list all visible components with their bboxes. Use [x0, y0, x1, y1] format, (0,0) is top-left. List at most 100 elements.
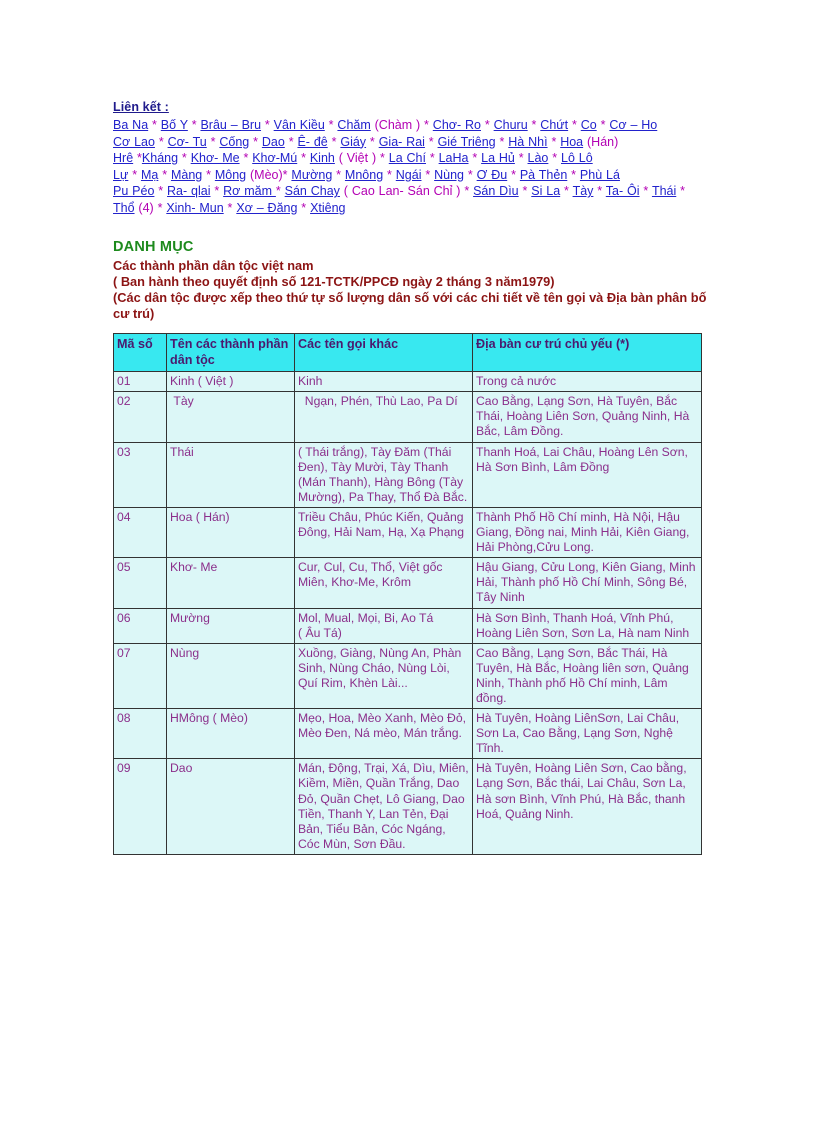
ethnic-link[interactable]: Bố Y — [161, 118, 188, 132]
ethnic-groups-table: Mã số Tên các thành phần dân tộc Các tên… — [113, 333, 702, 855]
ethnic-link[interactable]: Gié Triêng — [438, 135, 496, 149]
ethnic-link[interactable]: Cơ – Ho — [609, 118, 657, 132]
ethnic-link[interactable]: Cơ- Tu — [168, 135, 207, 149]
ethnic-link[interactable]: Kinh — [310, 151, 335, 165]
table-head: Mã số Tên các thành phần dân tộc Các tên… — [113, 333, 702, 373]
cell-dia-ban: Hà Tuyên, Hoàng Liên Sơn, Cao bằng, Lạng… — [472, 758, 702, 855]
ethnic-link[interactable]: LaHa — [439, 151, 469, 165]
link-separator: * — [223, 200, 237, 215]
ethnic-link[interactable]: Vân Kiều — [274, 118, 325, 132]
link-separator: * — [297, 200, 311, 215]
ethnic-link[interactable]: La Chí — [389, 151, 426, 165]
link-annotation: (Chàm ) * — [370, 118, 433, 132]
cell-ten-dan-toc: Nùng — [166, 642, 295, 710]
ethnic-link[interactable]: Cống — [219, 135, 249, 149]
ethnic-link[interactable]: Ba Na — [113, 118, 148, 132]
ethnic-link[interactable]: Phù Lá — [580, 168, 620, 182]
table-row: 07 Nùng Xuồng, Giàng, Nùng An, Phàn Sinh, … — [113, 642, 702, 710]
ethnic-link[interactable]: Ơ Đu — [477, 168, 508, 182]
ethnic-link[interactable]: Chăm — [337, 118, 370, 132]
ethnic-link[interactable]: Pà Thẻn — [520, 168, 567, 182]
ethnic-link[interactable]: Chứt — [540, 118, 568, 132]
cell-ma-so: 07 — [113, 642, 167, 710]
ethnic-link[interactable]: Khơ-Mú — [252, 151, 297, 165]
ethnic-link[interactable]: Xinh- Mun — [166, 201, 223, 215]
ethnic-link[interactable]: Tày — [573, 184, 594, 198]
table-row: 02 Tày Ngạn, Phén, Thù Lao, Pa Dí Cao Bằn… — [113, 391, 702, 443]
link-separator: * — [676, 184, 686, 199]
cell-dia-ban: Hà Sơn Bình, Thanh Hoá, Vĩnh Phú, Hoàng … — [472, 607, 702, 644]
catalog-title: DANH MỤC — [113, 238, 194, 255]
link-separator: * — [206, 134, 220, 149]
link-separator: * — [133, 151, 142, 166]
link-separator: * — [154, 184, 168, 199]
ethnic-link[interactable]: Pu Péo — [113, 184, 154, 198]
link-separator: * — [518, 184, 532, 199]
ethnic-link[interactable]: Si La — [531, 184, 560, 198]
ethnic-link[interactable]: Hoa — [560, 135, 583, 149]
ethnic-link[interactable]: Mường — [291, 168, 332, 182]
ethnic-link[interactable]: Khơ- Me — [191, 151, 240, 165]
ethnic-link[interactable]: Lô Lô — [561, 151, 593, 165]
link-separator: * — [468, 151, 482, 166]
link-separator: * — [507, 167, 520, 182]
cell-dia-ban: Cao Bằng, Lạng Sơn, Hà Tuyên, Bắc Thái, … — [472, 391, 702, 443]
ethnic-link[interactable]: Chơ- Ro — [433, 118, 481, 132]
ethnic-link[interactable]: Hà Nhì — [508, 135, 547, 149]
catalog-subtitle-line: (Các dân tộc được xếp theo thứ tự số lượ… — [113, 289, 707, 322]
link-separator: * — [158, 167, 171, 182]
ethnic-link[interactable]: Thái — [652, 184, 676, 198]
link-separator: * — [514, 151, 528, 166]
link-annotation: ( Cao Lan- Sán Chỉ ) * — [339, 184, 474, 199]
table-row: 04 Hoa ( Hán) Triều Châu, Phúc Kiến, Quảng… — [113, 506, 702, 559]
ethnic-link[interactable]: Hrê — [113, 151, 133, 165]
catalog-subtitle-line: Các thành phần dân tộc việt nam — [113, 257, 314, 273]
link-separator: * — [178, 151, 191, 166]
ethnic-link[interactable]: La Hủ — [481, 151, 515, 165]
ethnic-link[interactable]: Giáy — [340, 135, 366, 149]
ethnic-link[interactable]: Dao — [262, 135, 285, 149]
link-annotation: ( Việt ) * — [334, 151, 389, 166]
cell-ten-goi-khac: Mẹo, Hoa, Mèo Xanh, Mèo Đỏ, Mèo Đen, Ná … — [294, 708, 473, 760]
ethnic-link[interactable]: Mạ — [141, 168, 158, 182]
ethnic-link[interactable]: Kháng — [142, 151, 178, 165]
cell-ma-so: 04 — [113, 506, 167, 559]
ethnic-link[interactable]: Nùng — [434, 168, 464, 182]
table-row: 08 HMông ( Mèo) Mẹo, Hoa, Mèo Xanh, Mèo Đỏ… — [113, 708, 702, 760]
ethnic-link[interactable]: Rơ măm — [223, 184, 276, 198]
link-annotation: (Mèo) — [246, 167, 283, 182]
link-separator: * — [527, 118, 541, 132]
cell-dia-ban: Cao Bằng, Lạng Sơn, Bắc Thái, Hà Tuyên, … — [472, 642, 702, 710]
ethnic-link[interactable]: Co — [581, 118, 597, 132]
ethnic-link[interactable]: Sán Chay — [285, 184, 340, 198]
ethnic-link[interactable]: Gia- Rai — [379, 135, 425, 149]
ethnic-link[interactable]: Ra- qlai — [167, 184, 210, 198]
ethnic-link[interactable]: Ê- đê — [297, 135, 327, 149]
cell-ten-dan-toc: Dao — [166, 758, 295, 855]
ethnic-link[interactable]: Xtiêng — [310, 201, 345, 215]
link-separator: * — [495, 134, 509, 149]
link-separator: * — [239, 151, 253, 166]
ethnic-link[interactable]: Ngái — [396, 168, 422, 182]
link-separator: * — [383, 167, 396, 182]
link-separator: * — [210, 184, 224, 199]
column-header-ma-so: Mã số — [113, 333, 167, 373]
ethnic-link[interactable]: Lào — [528, 151, 549, 165]
ethnic-link[interactable]: Thổ — [113, 201, 135, 215]
link-separator: * — [261, 118, 274, 132]
cell-ma-so: 01 — [113, 371, 167, 393]
ethnic-link[interactable]: Ta- Ôi — [606, 184, 640, 198]
table-row: 09 Dao Mán, Động, Trại, Xá, Dìu, Miên, Kiề… — [113, 758, 702, 855]
cell-ten-dan-toc: Hoa ( Hán) — [166, 506, 295, 559]
ethnic-link[interactable]: Xơ – Đăng — [236, 201, 297, 215]
ethnic-link[interactable]: Churu — [494, 118, 528, 132]
ethnic-link[interactable]: Lự — [113, 168, 128, 182]
catalog-subtitle-line: ( Ban hành theo quyết định số 121-TCTK/P… — [113, 273, 555, 289]
cell-dia-ban: Hậu Giang, Cửu Long, Kiên Giang, Minh Hả… — [472, 557, 702, 609]
ethnic-link[interactable]: Cơ Lao — [113, 135, 155, 149]
ethnic-link[interactable]: Sán Dìu — [473, 184, 519, 198]
ethnic-link[interactable]: Mông — [215, 168, 246, 182]
ethnic-link[interactable]: Màng — [171, 168, 202, 182]
ethnic-link[interactable]: Mnông — [345, 168, 383, 182]
ethnic-link[interactable]: Brâu – Bru — [200, 118, 261, 132]
